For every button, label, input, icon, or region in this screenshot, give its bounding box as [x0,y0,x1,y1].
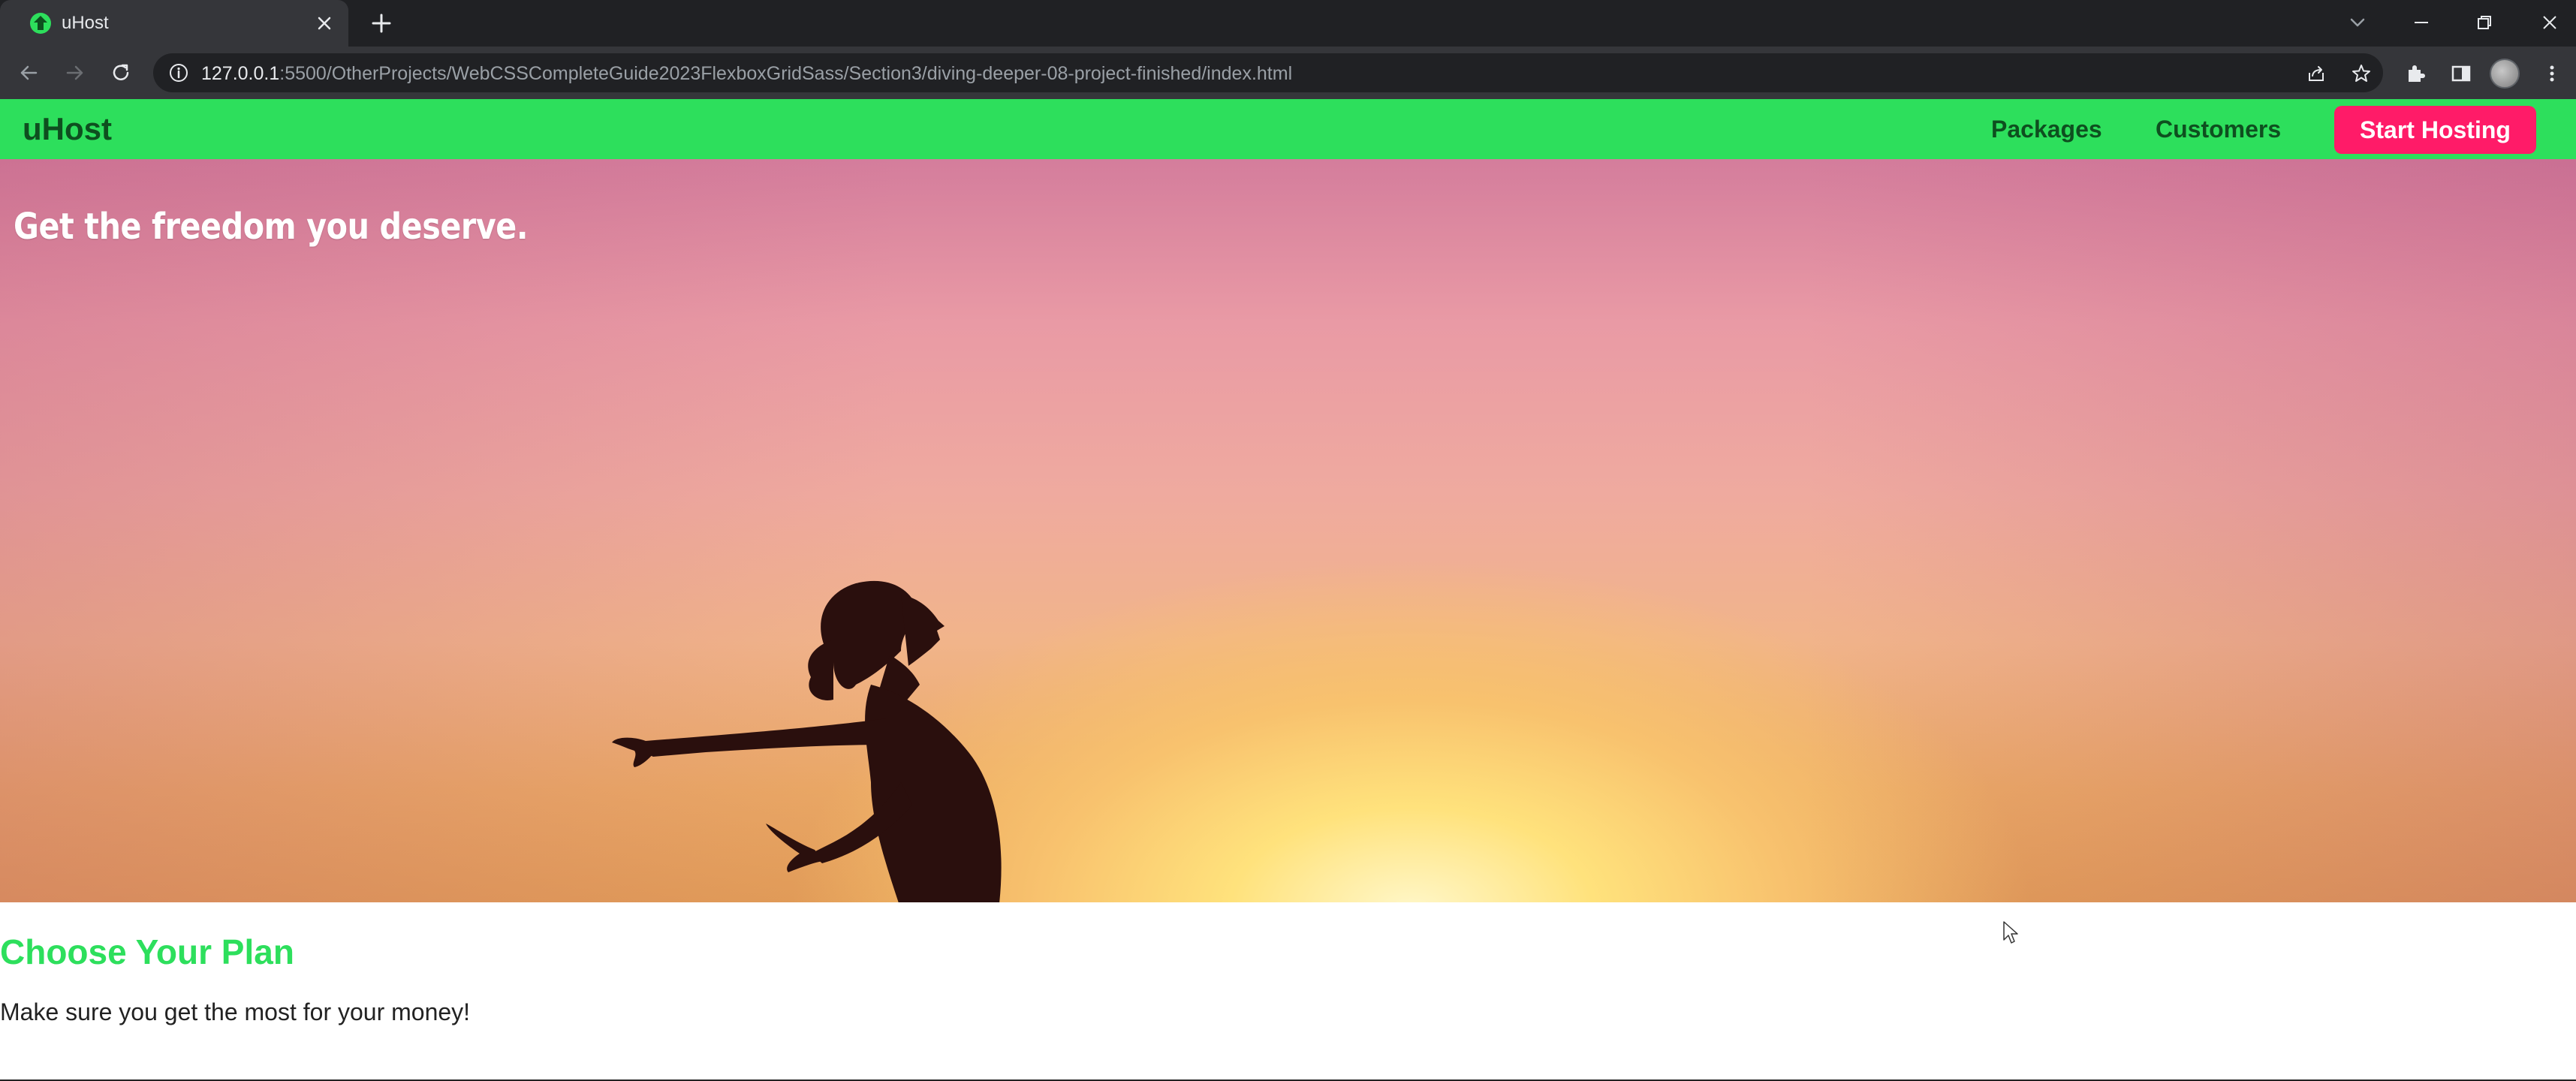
close-tab-icon[interactable] [314,13,335,34]
brand-logo-link[interactable]: uHost [23,111,112,147]
url-host: 127.0.0.1 [201,63,280,84]
menu-kebab-icon[interactable] [2539,61,2565,86]
start-hosting-button[interactable]: Start Hosting [2334,106,2536,154]
profile-avatar[interactable] [2490,59,2520,89]
browser-tabstrip: uHost [0,0,2576,47]
forward-icon[interactable] [62,59,89,86]
mouse-cursor-icon [2003,921,2018,944]
nav-link-packages[interactable]: Packages [1991,115,2102,143]
tab-title: uHost [62,13,109,33]
close-window-icon[interactable] [2535,8,2565,38]
site-info-icon[interactable] [168,62,189,83]
browser-toolbar: 127.0.0.1:5500/OtherProjects/WebCSSCompl… [0,47,2576,99]
side-panel-icon[interactable] [2448,61,2474,86]
address-bar[interactable]: 127.0.0.1:5500/OtherProjects/WebCSSCompl… [153,53,2383,92]
uhost-favicon-icon [30,13,51,34]
restore-icon[interactable] [2469,8,2499,38]
share-icon[interactable] [2305,62,2327,85]
hero-section: Get the freedom you deserve. [0,159,2576,902]
nav-link-customers[interactable]: Customers [2156,115,2281,143]
plans-section-title: Choose Your Plan [0,932,294,971]
minimize-icon[interactable] [2406,8,2436,38]
bookmark-star-icon[interactable] [2350,62,2373,85]
tab-search-icon[interactable] [2343,8,2373,38]
back-icon[interactable] [15,59,42,86]
hero-woman-silhouette-image [612,580,1002,902]
new-tab-icon[interactable] [368,10,395,37]
reload-icon[interactable] [107,59,134,86]
extensions-icon[interactable] [2403,61,2428,86]
hero-title: Get the freedom you deserve. [14,206,529,248]
plans-section-subtitle: Make sure you get the most for your mone… [0,998,471,1025]
site-header: uHost Packages Customers Start Hosting [0,99,2576,159]
browser-tab[interactable]: uHost [0,0,348,47]
web-page: uHost Packages Customers Start Hosting G… [0,99,2576,1081]
url-path: :5500/OtherProjects/WebCSSCompleteGuide2… [279,63,1293,84]
url-text[interactable]: 127.0.0.1:5500/OtherProjects/WebCSSCompl… [201,62,1292,85]
